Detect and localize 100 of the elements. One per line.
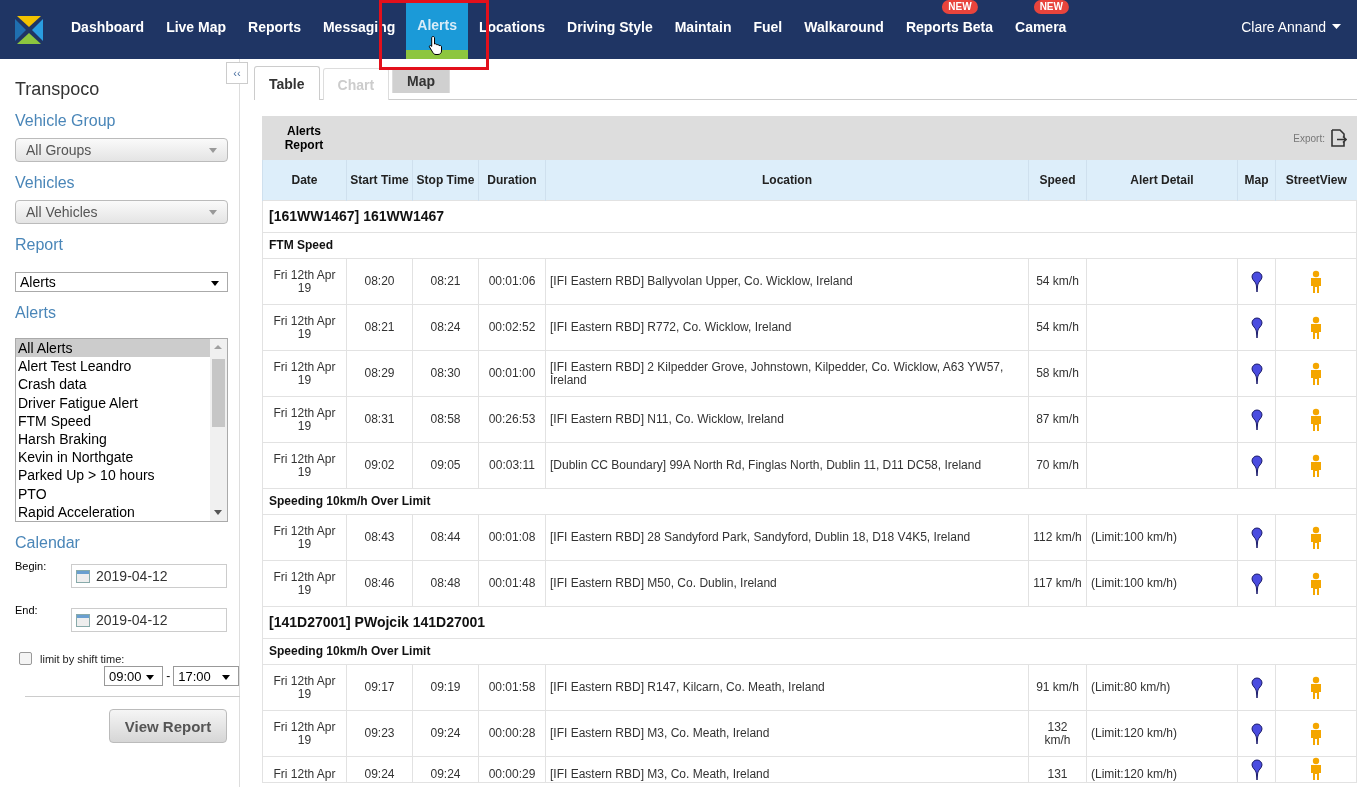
new-badge: NEW	[1033, 0, 1069, 14]
time-cell: 08:20	[346, 258, 413, 305]
duration-cell: 00:01:08	[478, 514, 546, 561]
end-time-dropdown[interactable]: 17:00	[173, 666, 239, 686]
alert-option[interactable]: Rapid Acceleration	[16, 502, 210, 521]
alert-detail-cell: (Limit:100 km/h)	[1086, 560, 1238, 607]
map-pin-icon[interactable]	[1250, 362, 1263, 385]
caret-icon[interactable]	[1332, 24, 1341, 29]
time-cell: 09:19	[412, 664, 479, 711]
date-cell: Fri 12th Apr 19	[262, 710, 347, 757]
location-cell: [IFI Eastern RBD] Ballyvolan Upper, Co. Wicklow, Ireland	[545, 258, 1029, 305]
time-cell: 08:21	[346, 304, 413, 351]
user-menu[interactable]: Clare Annand	[1241, 0, 1357, 59]
nav-item[interactable]: Reports	[237, 0, 312, 59]
report-title: Alerts Report	[283, 124, 325, 152]
time-cell: 09:24	[412, 710, 479, 757]
speed-cell: 54 km/h	[1028, 304, 1087, 351]
column-header[interactable]: Start Time	[346, 160, 413, 201]
section-label: Report	[15, 236, 65, 254]
map-pin-icon[interactable]	[1250, 676, 1263, 699]
map-pin-icon[interactable]	[1250, 408, 1263, 431]
nav-item[interactable]: Fuel	[742, 0, 794, 59]
location-cell: [IFI Eastern RBD] M50, Co. Dublin, Ireland	[545, 560, 1029, 607]
date-cell: Fri 12th Apr 19	[262, 664, 347, 711]
location-cell: [IFI Eastern RBD] R772, Co. Wicklow, Ireland	[545, 304, 1029, 351]
nav-item[interactable]: Driving Style	[556, 0, 664, 59]
speed-cell: 117 km/h	[1028, 560, 1087, 607]
alert-option[interactable]: FTM Speed	[16, 411, 210, 430]
nav-item[interactable]: Maintain	[663, 0, 743, 59]
column-header[interactable]: Date	[262, 160, 347, 201]
time-cell: 08:58	[412, 396, 479, 443]
column-header[interactable]: Speed	[1028, 160, 1087, 201]
location-cell: [IFI Eastern RBD] N11, Co. Wicklow, Ireland	[545, 396, 1029, 443]
date-cell: Fri 12th Apr 19	[262, 258, 347, 305]
nav-item[interactable]: Live Map	[155, 0, 238, 59]
map-pin-icon[interactable]	[1250, 316, 1263, 339]
column-header[interactable]: Map	[1237, 160, 1276, 201]
column-header[interactable]: Alert Detail	[1086, 160, 1238, 201]
section-label: Alerts	[15, 304, 57, 322]
scrollbar[interactable]	[210, 339, 227, 521]
vehicles-dropdown[interactable]: All Vehicles	[15, 200, 228, 224]
location-cell: [IFI Eastern RBD] 2 Kilpedder Grove, Johnstown, Kilpedder, Co. Wicklow, A63 YW57, Ireland	[545, 350, 1029, 397]
nav-item[interactable]: Dashboard	[60, 0, 156, 59]
time-cell: 09:24	[412, 756, 479, 783]
speed-cell: 58 km/h	[1028, 350, 1087, 397]
column-header[interactable]: StreetView	[1275, 160, 1357, 201]
begin-date-field[interactable]: 2019-04-12	[71, 564, 227, 588]
speed-cell: 132 km/h	[1028, 710, 1087, 757]
alert-detail-cell: (Limit:120 km/h)	[1086, 756, 1238, 783]
checkbox-label: limit by shift time:	[40, 652, 125, 665]
map-pin-icon[interactable]	[1250, 759, 1263, 781]
duration-cell: 00:01:48	[478, 560, 546, 607]
alert-option[interactable]: Harsh Braking	[16, 430, 210, 449]
date-cell: Fri 12th Apr 19	[262, 350, 347, 397]
map-pin-icon[interactable]	[1250, 722, 1263, 745]
nav-item[interactable]: NEW Reports Beta	[894, 0, 1004, 59]
checkbox[interactable]	[19, 652, 32, 665]
column-header[interactable]: Location	[545, 160, 1029, 201]
nav-item[interactable]: Walkaround	[793, 0, 895, 59]
report-dropdown[interactable]: Alerts	[15, 272, 228, 292]
location-cell: [IFI Eastern RBD] R147, Kilcarn, Co. Meath, Ireland	[545, 664, 1029, 711]
new-badge: NEW	[942, 0, 978, 14]
speed-cell: 112 km/h	[1028, 514, 1087, 561]
speed-cell: 87 km/h	[1028, 396, 1087, 443]
vehicle-group-dropdown[interactable]: All Groups	[15, 138, 228, 162]
start-time-dropdown[interactable]: 09:00	[104, 666, 164, 686]
location-cell: [IFI Eastern RBD] M3, Co. Meath, Ireland	[545, 756, 1029, 783]
end-date-field[interactable]: 2019-04-12	[71, 608, 227, 632]
alert-option[interactable]: Driver Fatigue Alert	[16, 393, 210, 412]
view-report-button[interactable]: View Report	[109, 709, 227, 743]
alerts-listbox[interactable]: All Alerts Alert Test Leandro Crash data Driver Fatigue Alert FTM Speed Harsh Braking Kevin in Northgate Parked Up > 10 hours PTO Rapid Acceleration	[15, 338, 228, 522]
nav-item[interactable]: NEW Camera	[1004, 0, 1078, 59]
export-icon[interactable]	[1331, 129, 1347, 147]
alert-option[interactable]: PTO	[16, 484, 210, 503]
alert-option[interactable]: Kevin in Northgate	[16, 448, 210, 467]
duration-cell: 00:02:52	[478, 304, 546, 351]
column-header[interactable]: Stop Time	[412, 160, 479, 201]
section-label: Vehicle Group	[15, 112, 117, 130]
collapse-button[interactable]: ‹‹	[226, 62, 248, 84]
alert-option[interactable]: Alert Test Leandro	[16, 357, 210, 376]
map-pin-icon[interactable]	[1250, 526, 1263, 549]
column-header[interactable]: Duration	[478, 160, 546, 201]
alert-option[interactable]: All Alerts	[16, 339, 210, 358]
date-cell: Fri 12th Apr 19	[262, 442, 347, 489]
map-pin-icon[interactable]	[1250, 572, 1263, 595]
alert-detail-cell: (Limit:100 km/h)	[1086, 514, 1238, 561]
duration-cell: 00:03:11	[478, 442, 546, 489]
time-cell: 08:21	[412, 258, 479, 305]
logo-icon[interactable]	[12, 13, 46, 47]
alert-option[interactable]: Parked Up > 10 hours	[16, 466, 210, 485]
separator-text: -	[166, 669, 171, 683]
tab[interactable]: Table	[254, 66, 320, 100]
alert-option[interactable]: Crash data	[16, 375, 210, 394]
duration-cell: 00:01:06	[478, 258, 546, 305]
map-pin-icon[interactable]	[1250, 454, 1263, 477]
location-cell: [IFI Eastern RBD] M3, Co. Meath, Ireland	[545, 710, 1029, 757]
speed-cell: 131	[1028, 756, 1087, 783]
alert-type-row: Speeding 10km/h Over Limit	[262, 638, 1357, 665]
time-cell: 08:48	[412, 560, 479, 607]
map-pin-icon[interactable]	[1250, 270, 1263, 293]
